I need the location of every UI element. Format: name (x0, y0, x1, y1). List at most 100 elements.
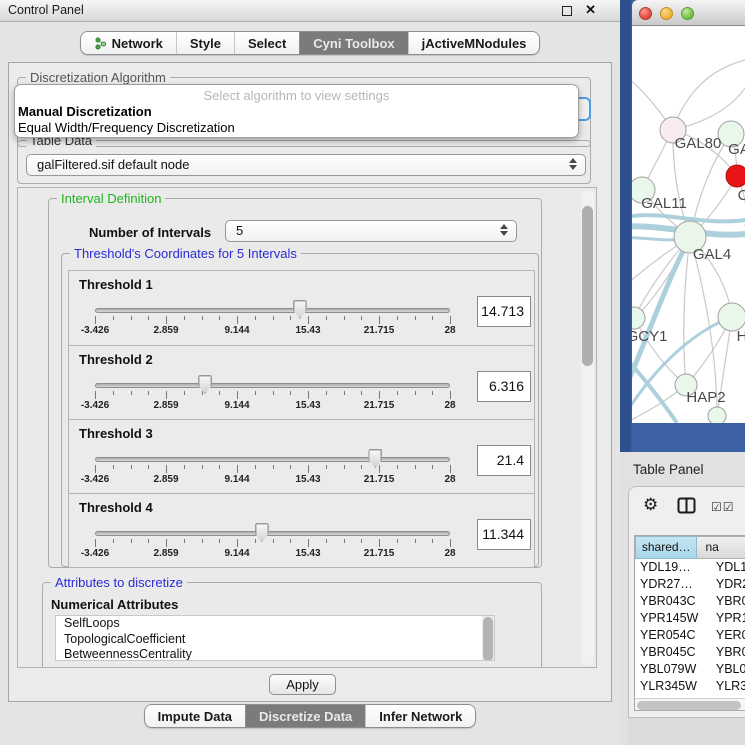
slider-ticks (95, 316, 451, 325)
node-label: GAL11 (641, 195, 687, 212)
list-item[interactable]: TopologicalCoefficient (56, 632, 494, 648)
screen: Control Panel ✕ Network Style Select (0, 0, 745, 745)
top-tab-bar: Network Style Select Cyni Toolbox jActiv… (0, 31, 620, 55)
dropdown-prompt: Select algorithm to view settings (15, 88, 578, 104)
node-label: GAL4 (693, 246, 731, 263)
table-row[interactable]: YER054CYER0 (635, 627, 745, 644)
table-horizontal-scrollbar[interactable] (635, 698, 745, 711)
table-panel: Table Panel ⚙ ☑☑ shared… na (620, 452, 745, 745)
column-header-name[interactable]: na (697, 536, 745, 559)
attributes-group-label: Attributes to discretize (51, 575, 187, 590)
table-panel-body: ⚙ ☑☑ shared… na YDL19…YDL1 Y (628, 486, 745, 718)
table-row[interactable]: YBL079WYBL0 (635, 661, 745, 678)
tab-impute-data[interactable]: Impute Data (145, 705, 245, 727)
network-view-window[interactable]: GAL80 GA C GAL11 GAL4 GCY1 H HAP2 (632, 0, 745, 423)
table-panel-footer (628, 718, 745, 745)
slider-ticks (95, 539, 451, 548)
tab-network[interactable]: Network (81, 32, 176, 54)
table-header-row: shared… na (635, 536, 745, 559)
control-panel: Control Panel ✕ Network Style Select (0, 0, 620, 745)
interval-definition-group: Interval Definition Number of Intervals … (48, 198, 542, 568)
combo-arrows-icon (499, 224, 508, 236)
select-columns-icon[interactable]: ☑☑ (711, 500, 735, 514)
table-row[interactable]: YBR045CYBR0 (635, 644, 745, 661)
dropdown-option-manual[interactable]: Manual Discretization (15, 104, 578, 120)
threshold-1-slider[interactable] (95, 308, 450, 313)
network-nodes[interactable] (632, 117, 745, 423)
list-item[interactable]: BetweennessCentrality (56, 647, 494, 661)
node-label: GCY1 (632, 328, 667, 345)
node-label: HAP2 (686, 389, 725, 406)
threshold-2-panel: Threshold 2 -3.426 2.859 9.144 15.43 21.… (69, 345, 534, 419)
panel-title: Control Panel (8, 3, 84, 17)
dropdown-option-equal-width[interactable]: Equal Width/Frequency Discretization (15, 120, 578, 136)
column-header-shared-name[interactable]: shared… (635, 536, 697, 559)
threshold-2-slider[interactable] (95, 383, 450, 388)
node-table: shared… na YDL19…YDL1 YDR27…YDR2 YBR043C… (634, 535, 745, 711)
table-toolbar: ⚙ ☑☑ (629, 493, 745, 521)
table-row[interactable]: YPR145WYPR1 (635, 610, 745, 627)
tab-infer-network[interactable]: Infer Network (365, 705, 475, 727)
table-row[interactable]: YDR27…YDR2 (635, 576, 745, 593)
slider-ticks (95, 465, 451, 474)
list-item[interactable]: SelfLoops (56, 616, 494, 632)
tab-jactivemnodules[interactable]: jActiveMNodules (408, 32, 540, 54)
table-data-group: Table Data galFiltered.sif default node (17, 140, 591, 184)
settings-scroll-area: Interval Definition Number of Intervals … (17, 187, 597, 668)
tab-style[interactable]: Style (176, 32, 234, 54)
numerical-attributes-list: SelfLoops TopologicalCoefficient Between… (55, 615, 495, 661)
threshold-2-value[interactable]: 6.316 (477, 371, 531, 402)
zoom-traffic-light-icon[interactable] (681, 7, 694, 20)
settings-vertical-scrollbar[interactable] (581, 190, 594, 665)
threshold-1-panel: Threshold 1 -3.426 2.859 9.144 15.43 21.… (69, 271, 534, 345)
table-panel-title: Table Panel (633, 462, 704, 477)
number-of-intervals-label: Number of Intervals (89, 225, 211, 240)
threshold-panels: Threshold 1 -3.426 2.859 9.144 15.43 21.… (68, 270, 535, 568)
table-row[interactable]: YDL19…YDL1 (635, 559, 745, 576)
column-layout-icon[interactable] (677, 497, 696, 519)
network-icon (94, 37, 107, 50)
control-panel-titlebar: Control Panel ✕ (0, 0, 620, 22)
table-row[interactable]: YBR043CYBR0 (635, 593, 745, 610)
minimize-traffic-light-icon[interactable] (660, 7, 673, 20)
attributes-group: Attributes to discretize Numerical Attri… (42, 582, 542, 668)
node-h[interactable] (718, 303, 745, 331)
threshold-3-slider[interactable] (95, 457, 450, 462)
algorithm-dropdown-popup: Select algorithm to view settings Manual… (14, 84, 579, 138)
node-label: GAL80 (675, 135, 722, 152)
cyni-settings-panel: Discretization Algorithm Select algorith… (8, 62, 612, 702)
settings-gear-icon[interactable]: ⚙ (643, 495, 658, 515)
number-of-intervals-combobox[interactable]: 5 (225, 220, 517, 242)
threshold-1-value[interactable]: 14.713 (477, 296, 531, 327)
close-icon[interactable]: ✕ (585, 2, 596, 18)
table-row[interactable]: YLR345WYLR3 (635, 678, 745, 695)
node-label: H (737, 328, 745, 345)
threshold-4-value[interactable]: 11.344 (477, 519, 531, 550)
tab-cyni-toolbox[interactable]: Cyni Toolbox (299, 32, 407, 54)
right-pane: GAL80 GA C GAL11 GAL4 GCY1 H HAP2 Table … (620, 0, 745, 745)
apply-button[interactable]: Apply (269, 674, 336, 695)
combo-arrows-icon (568, 158, 577, 170)
table-data-combobox[interactable]: galFiltered.sif default node (26, 154, 586, 176)
slider-ticks (95, 391, 451, 400)
bottom-tab-bar: Impute Data Discretize Data Infer Networ… (0, 704, 620, 728)
threshold-3-value[interactable]: 21.4 (477, 445, 531, 476)
tab-discretize-data[interactable]: Discretize Data (245, 705, 365, 727)
close-traffic-light-icon[interactable] (639, 7, 652, 20)
network-window-titlebar (632, 0, 745, 26)
thresholds-group: Threshold's Coordinates for 5 Intervals … (61, 253, 539, 567)
threshold-4-slider[interactable] (95, 531, 450, 536)
discretization-algorithm-label: Discretization Algorithm (26, 70, 170, 85)
numerical-attributes-label: Numerical Attributes (51, 597, 178, 612)
network-canvas[interactable]: GAL80 GA C GAL11 GAL4 GCY1 H HAP2 (632, 26, 745, 423)
node-bottom[interactable] (708, 407, 726, 423)
attributes-list-scrollbar[interactable] (482, 616, 494, 660)
thresholds-group-label: Threshold's Coordinates for 5 Intervals (70, 246, 301, 261)
float-window-icon[interactable] (562, 6, 572, 16)
node-label: GA (728, 141, 745, 158)
tab-select[interactable]: Select (234, 32, 299, 54)
node-label: C (738, 187, 745, 204)
node-selected-red[interactable] (726, 165, 745, 187)
threshold-3-panel: Threshold 3 -3.426 2.859 9.144 15.43 21.… (69, 419, 534, 493)
interval-definition-label: Interval Definition (57, 191, 165, 206)
